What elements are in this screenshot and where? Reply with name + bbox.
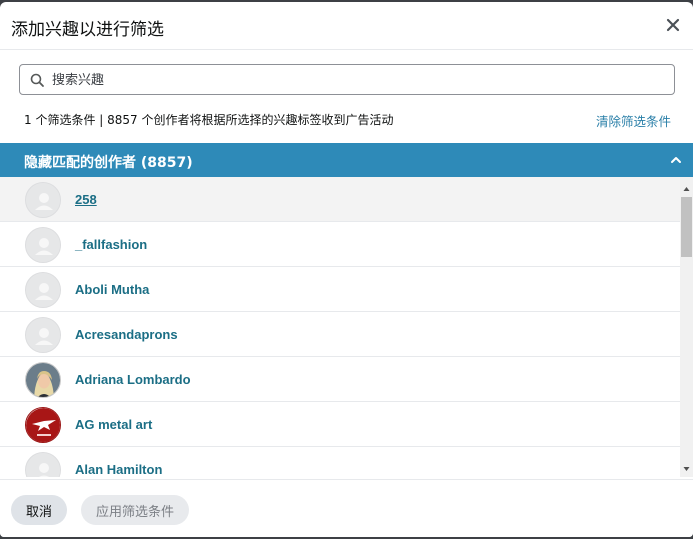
dialog-header: 添加兴趣以进行筛选	[0, 2, 693, 50]
dialog-title: 添加兴趣以进行筛选	[11, 20, 164, 40]
list-scrollbar[interactable]	[680, 177, 693, 477]
creator-name[interactable]: AG metal art	[75, 417, 152, 432]
creator-name[interactable]: Adriana Lombardo	[75, 372, 191, 387]
list-item[interactable]: Acresandaprons	[0, 312, 680, 357]
list-item[interactable]: 258	[0, 177, 680, 222]
logo-avatar	[26, 408, 60, 442]
search-icon	[30, 73, 44, 87]
cancel-button[interactable]: 取消	[11, 495, 67, 525]
search-box	[19, 64, 675, 95]
close-icon[interactable]	[664, 16, 682, 34]
matched-creators-section-header[interactable]: 隐藏匹配的创作者 (8857)	[0, 143, 693, 177]
section-title: 隐藏匹配的创作者 (8857)	[24, 155, 193, 171]
creator-name[interactable]: Aboli Mutha	[75, 282, 149, 297]
list-item[interactable]: _fallfashion	[0, 222, 680, 267]
default-avatar-icon	[26, 228, 60, 262]
avatar	[25, 272, 61, 308]
list-item[interactable]: AG metal art	[0, 402, 680, 447]
avatar	[25, 317, 61, 353]
avatar	[25, 452, 61, 477]
creator-name[interactable]: Alan Hamilton	[75, 462, 162, 477]
chevron-up-icon[interactable]	[670, 154, 682, 166]
profile-photo	[26, 363, 60, 397]
avatar	[25, 227, 61, 263]
apply-filters-button[interactable]: 应用筛选条件	[81, 495, 189, 525]
avatar	[25, 407, 61, 443]
creator-name[interactable]: _fallfashion	[75, 237, 147, 252]
avatar	[25, 362, 61, 398]
creator-name[interactable]: Acresandaprons	[75, 327, 178, 342]
creator-name[interactable]: 258	[75, 192, 97, 207]
dialog-footer: 取消 应用筛选条件	[0, 479, 693, 537]
list-item[interactable]: Alan Hamilton	[0, 447, 680, 477]
filter-summary: 1 个筛选条件 | 8857 个创作者将根据所选择的兴趣标签收到广告活动	[24, 113, 394, 127]
avatar	[25, 182, 61, 218]
list-item[interactable]: Aboli Mutha	[0, 267, 680, 312]
default-avatar-icon	[26, 453, 60, 477]
add-interest-filter-dialog: 添加兴趣以进行筛选 1 个筛选条件 | 8857 个创作者将根据所选择的兴趣标签…	[0, 2, 693, 537]
clear-filters-link[interactable]: 清除筛选条件	[596, 111, 671, 130]
creator-list: 258 _fallfashion Aboli Mutha Acresandapr…	[0, 177, 680, 477]
default-avatar-icon	[26, 183, 60, 217]
default-avatar-icon	[26, 273, 60, 307]
scrollbar-thumb[interactable]	[681, 197, 692, 257]
scroll-up-arrow-icon[interactable]	[680, 181, 693, 197]
default-avatar-icon	[26, 318, 60, 352]
scroll-down-arrow-icon[interactable]	[680, 461, 693, 477]
list-item[interactable]: Adriana Lombardo	[0, 357, 680, 402]
search-input[interactable]	[52, 69, 662, 91]
